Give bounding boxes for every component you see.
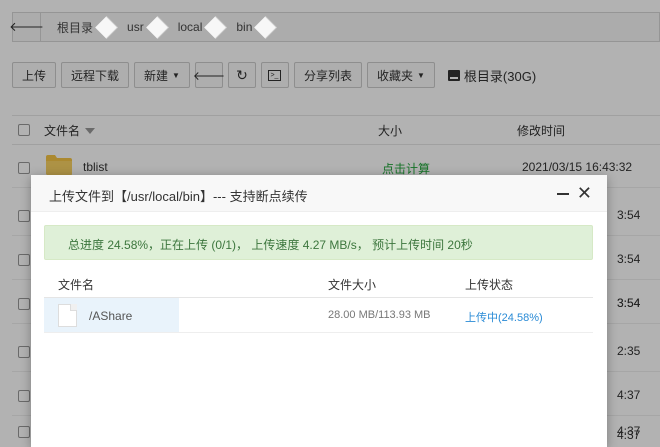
upload-table-header: 文件名 文件大小 上传状态 [44,271,593,298]
progress-summary: 总进度 24.58%，正在上传 (0/1)， 上传速度 4.27 MB/s， 预… [44,225,593,260]
progress-text: 总进度 24.58%，正在上传 (0/1)， 上传速度 4.27 MB/s， 预… [68,238,473,252]
dialog-title: 上传文件到【/usr/local/bin】--- 支持断点续传 [49,189,308,204]
close-icon[interactable]: ✕ [577,184,592,202]
upload-dialog: 上传文件到【/usr/local/bin】--- 支持断点续传 ✕ 总进度 24… [31,175,607,447]
upload-row[interactable]: /AShare 28.00 MB/113.93 MB 上传中(24.58%) [44,298,593,333]
column-file-size: 文件大小 [328,278,377,292]
dialog-header: 上传文件到【/usr/local/bin】--- 支持断点续传 ✕ [31,175,607,212]
upload-file-name: /AShare [89,309,133,323]
file-icon [58,304,77,327]
minimize-icon[interactable] [557,193,569,195]
column-file-name: 文件名 [58,278,95,292]
column-upload-status: 上传状态 [465,278,514,292]
upload-file-size: 28.00 MB/113.93 MB [328,309,431,321]
upload-status: 上传中(24.58%) [465,312,543,324]
